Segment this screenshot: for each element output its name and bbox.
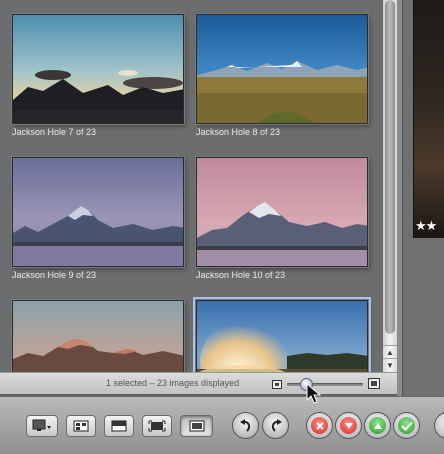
toolbar [0,396,444,454]
viewer-pane: ★★ [402,0,444,396]
rating-stars: ★★ [415,218,437,233]
photo-thumbnail[interactable] [12,300,184,372]
thumbnail-caption: Jackson Hole 8 of 23 [196,127,281,137]
increase-rating-button[interactable] [364,412,391,439]
rotate-right-button[interactable] [262,412,289,439]
viewer-image[interactable] [413,0,444,238]
scroll-down-button[interactable]: ▼ [383,358,397,371]
reject-button[interactable] [306,412,333,439]
slider-knob[interactable] [299,378,313,391]
thumbnail-item[interactable]: Jackson Hole 9 of 23 [12,157,184,281]
thumbnail-item[interactable] [193,297,371,372]
photo-thumbnail[interactable] [12,14,184,124]
selection-status-text: 1 selected – 23 images displayed [106,378,240,388]
main-viewer-menu-button[interactable] [26,415,58,437]
decrease-rating-button[interactable] [335,412,362,439]
thumbnail-item[interactable]: Jackson Hole 10 of 23 [196,157,368,281]
aperture-window: Jackson Hole 7 of 23 Jackson Hole 8 of 2… [0,0,444,454]
more-button[interactable] [434,412,444,439]
photo-thumbnail[interactable] [196,14,368,124]
photo-thumbnail[interactable] [193,297,371,372]
thumbnail-caption: Jackson Hole 10 of 23 [196,270,286,280]
thumbnail-item[interactable] [12,300,184,372]
single-view-button[interactable] [180,415,213,437]
thumbnail-caption: Jackson Hole 9 of 23 [12,270,97,280]
large-thumbnail-icon[interactable] [368,378,380,389]
fit-view-button[interactable] [142,415,172,437]
photo-thumbnail[interactable] [12,157,184,267]
scrollbar-thumb[interactable] [385,0,395,334]
small-thumbnail-icon[interactable] [272,380,282,389]
thumbnail-item[interactable]: Jackson Hole 7 of 23 [12,14,184,138]
select-button[interactable] [393,412,420,439]
filmstrip-view-button[interactable] [104,415,134,437]
browser-status-bar: 1 selected – 23 images displayed [0,372,397,394]
thumbnail-caption: Jackson Hole 7 of 23 [12,127,97,137]
thumbnail-item[interactable]: Jackson Hole 8 of 23 [196,14,368,138]
browser-view-button[interactable] [66,415,96,437]
browser-grid[interactable]: Jackson Hole 7 of 23 Jackson Hole 8 of 2… [0,0,383,372]
photo-thumbnail[interactable] [196,157,368,267]
vertical-scrollbar[interactable]: ▲ ▼ [383,0,397,372]
rotate-left-button[interactable] [232,412,259,439]
scroll-up-button[interactable]: ▲ [383,345,397,358]
thumbnail-size-slider[interactable] [287,383,363,386]
